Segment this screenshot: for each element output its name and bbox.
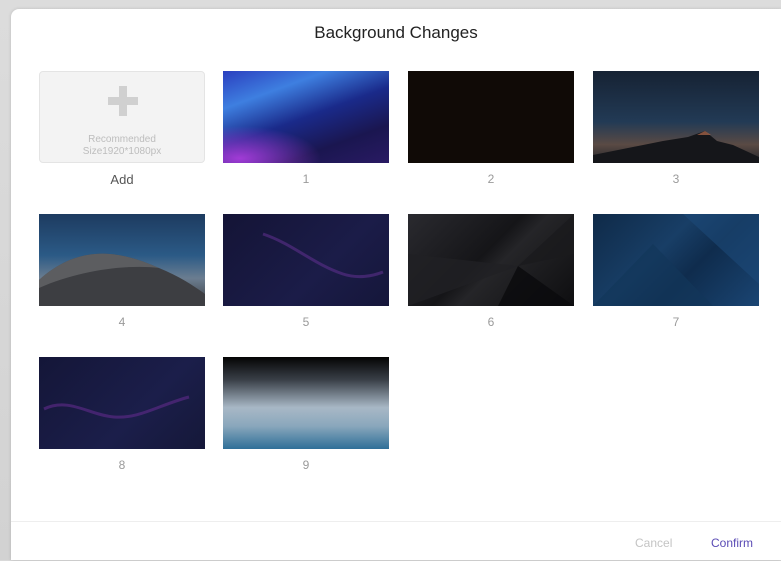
add-label: Add (110, 172, 134, 187)
add-hint-line-2: Size1920*1080px (82, 146, 162, 157)
background-label-3: 3 (672, 172, 680, 186)
add-size-hint: Recommended Size1920*1080px (40, 134, 204, 158)
background-item-3[interactable]: 3 (593, 71, 761, 186)
blue-facets (593, 214, 759, 306)
cancel-button[interactable]: Cancel (635, 536, 672, 550)
background-item-2[interactable]: 2 (408, 71, 576, 186)
background-thumbnail-8[interactable] (39, 357, 205, 449)
background-label-9: 9 (302, 458, 310, 472)
background-item-9[interactable]: 9 (223, 357, 391, 472)
add-hint-line-1: Recommended (88, 134, 156, 145)
background-thumbnail-3[interactable] (593, 71, 759, 163)
background-item-8[interactable]: 8 (39, 357, 207, 472)
mountain-silhouette (593, 131, 759, 163)
background-thumbnail-7[interactable] (593, 214, 759, 306)
background-thumbnail-9[interactable] (223, 357, 389, 449)
add-background-button[interactable]: Recommended Size1920*1080px (39, 71, 205, 163)
background-item-1[interactable]: 1 (223, 71, 391, 186)
background-thumbnail-5[interactable] (223, 214, 389, 306)
background-item-6[interactable]: 6 (408, 214, 576, 329)
purple-wave (43, 395, 190, 419)
dialog-footer: Cancel Confirm (11, 521, 781, 561)
add-background-tile[interactable]: Recommended Size1920*1080px Add (39, 71, 207, 187)
background-label-6: 6 (487, 315, 495, 329)
background-thumbnail-2[interactable] (408, 71, 574, 163)
background-label-1: 1 (302, 172, 310, 186)
background-label-7: 7 (672, 315, 680, 329)
background-item-7[interactable]: 7 (593, 214, 761, 329)
dune-silhouette (39, 253, 205, 306)
background-item-4[interactable]: 4 (39, 214, 207, 329)
geometric-shards (408, 214, 574, 306)
background-label-5: 5 (302, 315, 310, 329)
background-changes-dialog: Background Changes Recommended Size1920*… (11, 9, 781, 560)
background-thumbnail-6[interactable] (408, 214, 574, 306)
background-thumbnail-1[interactable] (223, 71, 389, 163)
confirm-button[interactable]: Confirm (711, 536, 753, 550)
background-label-8: 8 (118, 458, 126, 472)
purple-swirl (262, 232, 384, 279)
background-label-4: 4 (118, 315, 126, 329)
background-label-2: 2 (487, 172, 495, 186)
background-item-5[interactable]: 5 (223, 214, 391, 329)
dialog-title: Background Changes (314, 23, 478, 42)
plus-icon (108, 86, 138, 116)
background-thumbnail-4[interactable] (39, 214, 205, 306)
